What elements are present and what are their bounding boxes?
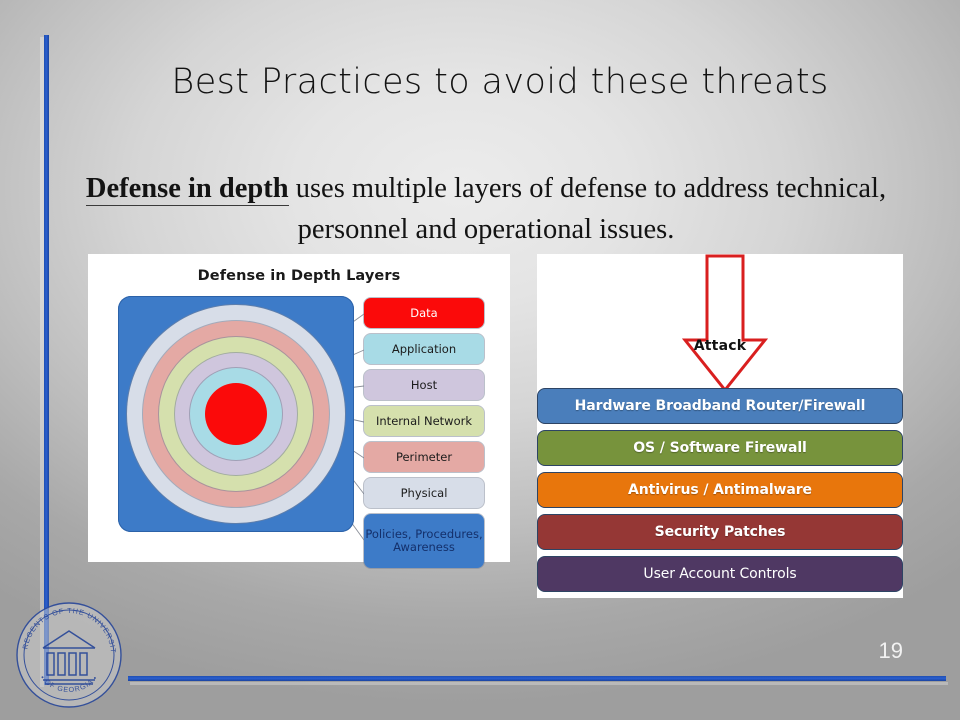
defense-bar-os-software-firewall: OS / Software Firewall xyxy=(537,430,903,466)
layer-label-physical: Physical xyxy=(364,478,484,508)
defense-bar-user-account-controls: User Account Controls xyxy=(537,556,903,592)
layer-label-host: Host xyxy=(364,370,484,400)
attack-label: Attack xyxy=(693,338,747,354)
body-emphasis: Defense in depth xyxy=(85,173,289,206)
vertical-accent-rule xyxy=(44,35,49,685)
layer-label-data: Data xyxy=(364,298,484,328)
defense-in-depth-layers-figure: Defense in Depth Layers Data Application xyxy=(88,254,510,568)
layered-defense-stack-figure: Attack Hardware Broadband Router/Firewal… xyxy=(537,254,903,598)
body-paragraph: Defense in depth uses multiple layers of… xyxy=(80,168,892,250)
layer-label-list: Data Application Host Internal Network P… xyxy=(364,298,484,574)
attack-arrow-icon xyxy=(682,254,768,393)
concentric-rings-diagram xyxy=(118,296,354,532)
page-number: 19 xyxy=(878,638,903,663)
defense-bar-list: Hardware Broadband Router/Firewall OS / … xyxy=(537,388,903,598)
layer-label-perimeter: Perimeter xyxy=(364,442,484,472)
horizontal-accent-rule xyxy=(128,676,946,681)
board-of-regents-seal-logo: BOARD OF REGENTS OF THE UNIVERSITY SYSTE… xyxy=(14,600,122,708)
layer-label-policies-procedures-awareness: Policies, Procedures, Awareness xyxy=(364,514,484,568)
layer-label-application: Application xyxy=(364,334,484,364)
defense-bar-hardware-firewall: Hardware Broadband Router/Firewall xyxy=(537,388,903,424)
page-title: Best Practices to avoid these threats xyxy=(171,62,829,102)
layer-label-internal-network: Internal Network xyxy=(364,406,484,436)
defense-bar-antivirus-antimalware: Antivirus / Antimalware xyxy=(537,472,903,508)
defense-bar-security-patches: Security Patches xyxy=(537,514,903,550)
slide-canvas: Best Practices to avoid these threats De… xyxy=(0,0,960,720)
horizontal-rule-shadow xyxy=(130,682,948,685)
figure-title-left: Defense in Depth Layers xyxy=(197,268,401,284)
body-remainder: uses multiple layers of defense to addre… xyxy=(288,173,887,245)
ring-data xyxy=(205,383,267,445)
